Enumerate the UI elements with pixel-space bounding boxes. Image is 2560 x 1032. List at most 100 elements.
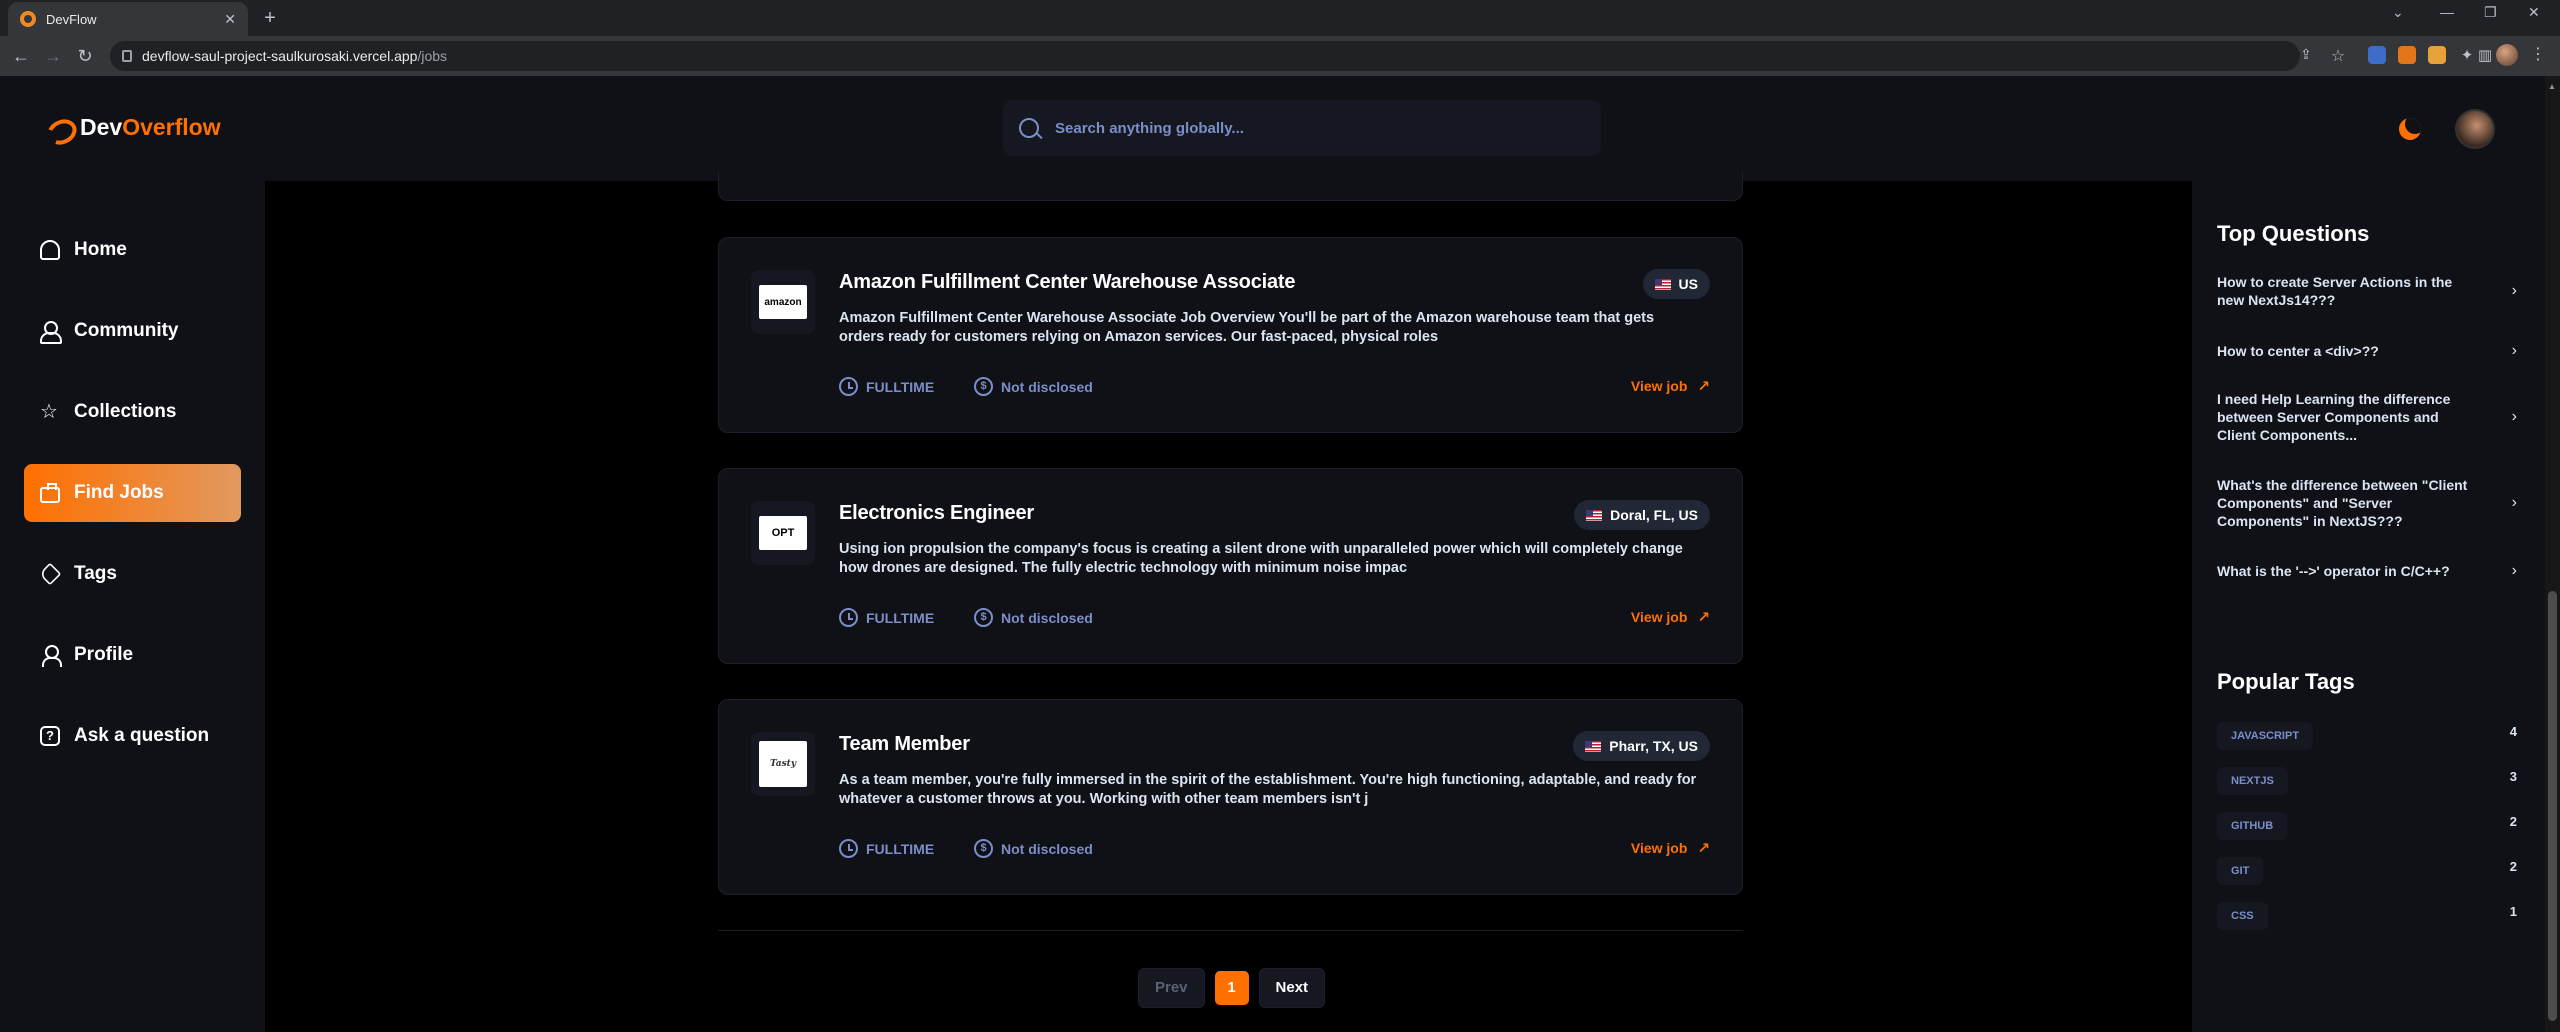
question-icon: ? (40, 726, 60, 746)
page-scrollbar[interactable]: ▲ (2545, 76, 2560, 1032)
tag-count: 4 (2509, 723, 2517, 739)
tag-icon (38, 562, 62, 586)
top-question-item[interactable]: What's the difference between "Client Co… (2217, 476, 2517, 530)
lock-icon (122, 50, 132, 62)
right-sidebar: Top Questions How to create Server Actio… (2192, 181, 2545, 1032)
job-title: Electronics Engineer (839, 502, 1034, 524)
tab-close-icon[interactable]: ✕ (224, 11, 236, 28)
reload-icon[interactable]: ↻ (74, 46, 96, 67)
salary-text: Not disclosed (1001, 840, 1093, 857)
global-search[interactable] (1003, 100, 1601, 156)
minimize-icon[interactable]: — (2440, 4, 2454, 20)
tag-pill[interactable]: CSS (2217, 902, 2268, 930)
question-text: How to center a <div>?? (2217, 343, 2379, 359)
chevron-right-icon: › (2511, 494, 2517, 511)
sidebar-item-ask-question[interactable]: ? Ask a question (24, 707, 241, 765)
top-question-item[interactable]: How to center a <div>?? › (2217, 342, 2517, 360)
bookmark-star-icon[interactable]: ☆ (2327, 46, 2349, 66)
company-logo: OPT (751, 501, 815, 565)
new-tab-icon[interactable]: + (258, 7, 282, 31)
currency-icon: $ (974, 377, 993, 396)
top-questions-heading: Top Questions (2217, 221, 2370, 246)
job-card: OPT Electronics Engineer Doral, FL, US U… (718, 468, 1743, 664)
sidebar-item-community[interactable]: Community (24, 302, 241, 360)
scrollbar-thumb[interactable] (2548, 591, 2557, 1021)
sidebar-item-find-jobs[interactable]: Find Jobs (24, 464, 241, 522)
job-description: As a team member, you're fully immersed … (839, 772, 1697, 807)
clock-icon (839, 839, 858, 858)
us-flag-icon (1586, 509, 1603, 521)
sidebar-item-label: Profile (74, 644, 134, 665)
restore-icon[interactable]: ❐ (2484, 4, 2497, 21)
extension-metamask-icon[interactable] (2398, 46, 2416, 64)
tag-count: 2 (2509, 813, 2517, 829)
clock-icon (839, 608, 858, 627)
sidebar-item-label: Community (74, 320, 179, 341)
top-question-item[interactable]: I need Help Learning the difference betw… (2217, 390, 2517, 444)
scroll-up-arrow-icon[interactable]: ▲ (2548, 82, 2556, 91)
tag-pill[interactable]: GITHUB (2217, 812, 2288, 840)
devflow-favicon-icon (20, 11, 36, 27)
view-job-link[interactable]: View job ↗ (1631, 608, 1710, 626)
question-text: I need Help Learning the difference betw… (2217, 391, 2451, 443)
next-page-button[interactable]: Next (1258, 968, 1326, 1008)
user-avatar[interactable] (2455, 109, 2495, 149)
jobs-main: amazon Amazon Fulfillment Center Warehou… (265, 171, 2192, 1032)
logo-text: DevOverflow (80, 114, 221, 140)
tag-count: 2 (2509, 858, 2517, 874)
tag-count: 3 (2509, 768, 2517, 784)
browser-tab[interactable]: DevFlow ✕ (8, 2, 248, 36)
extension-react-icon[interactable] (2368, 46, 2386, 64)
browser-profile-avatar[interactable] (2496, 44, 2518, 66)
search-icon (1019, 118, 1039, 138)
salary-text: Not disclosed (1001, 609, 1093, 626)
location-text: Doral, FL, US (1610, 507, 1698, 523)
home-icon (40, 240, 60, 260)
salary: $ Not disclosed (974, 377, 1093, 396)
location-badge: Pharr, TX, US (1573, 731, 1710, 761)
sidebar-item-profile[interactable]: Profile (24, 626, 241, 684)
tab-title: DevFlow (46, 11, 97, 27)
top-question-item[interactable]: How to create Server Actions in the new … (2217, 273, 2517, 309)
left-sidebar: Home Community ☆ Collections Find Jobs T… (0, 181, 265, 1032)
url-omnibox[interactable]: devflow-saul-project-saulkurosaki.vercel… (110, 41, 2300, 71)
browser-menu-icon[interactable]: ⋮ (2530, 44, 2546, 64)
prev-page-button[interactable]: Prev (1138, 968, 1205, 1008)
arrow-up-right-icon: ↗ (1697, 840, 1710, 857)
side-panel-icon[interactable]: ▥ (2474, 46, 2496, 64)
share-icon[interactable]: ⇪ (2295, 46, 2317, 63)
extension-lion-icon[interactable] (2428, 46, 2446, 64)
arrow-up-right-icon: ↗ (1697, 609, 1710, 626)
window-close-icon[interactable]: ✕ (2528, 4, 2540, 21)
sidebar-item-label: Find Jobs (74, 482, 164, 503)
top-question-item[interactable]: What is the '-->' operator in C/C++? › (2217, 562, 2517, 580)
location-text: Pharr, TX, US (1609, 738, 1698, 754)
arrow-up-right-icon: ↗ (1697, 378, 1710, 395)
view-job-link[interactable]: View job ↗ (1631, 377, 1710, 395)
view-job-label: View job (1630, 378, 1688, 394)
employment-type: FULLTIME (839, 839, 934, 858)
tag-pill[interactable]: NEXTJS (2217, 767, 2288, 795)
job-title: Amazon Fulfillment Center Warehouse Asso… (839, 271, 1296, 293)
view-job-link[interactable]: View job ↗ (1631, 839, 1710, 857)
url-text: devflow-saul-project-saulkurosaki.vercel… (142, 48, 448, 64)
sidebar-item-tags[interactable]: Tags (24, 545, 241, 603)
tab-search-icon[interactable]: ⌄ (2392, 4, 2404, 21)
current-page-number: 1 (1214, 971, 1249, 1005)
sidebar-item-label: Tags (74, 563, 117, 584)
view-job-label: View job (1630, 609, 1688, 625)
global-search-input[interactable] (1055, 119, 1555, 137)
salary: $ Not disclosed (974, 608, 1093, 627)
forward-icon[interactable]: → (42, 46, 64, 67)
sidebar-item-home[interactable]: Home (24, 221, 241, 279)
question-text: What is the '-->' operator in C/C++? (2217, 563, 2450, 579)
users-icon (40, 321, 62, 344)
devoverflow-logo[interactable]: DevOverflow (46, 114, 221, 141)
sidebar-item-collections[interactable]: ☆ Collections (24, 383, 241, 441)
theme-moon-icon[interactable] (2399, 118, 2421, 140)
back-icon[interactable]: ← (10, 46, 32, 67)
question-text: How to create Server Actions in the new … (2217, 274, 2453, 308)
tag-pill[interactable]: GIT (2217, 857, 2264, 885)
job-title: Team Member (839, 733, 970, 755)
tag-pill[interactable]: JAVASCRIPT (2217, 722, 2314, 750)
